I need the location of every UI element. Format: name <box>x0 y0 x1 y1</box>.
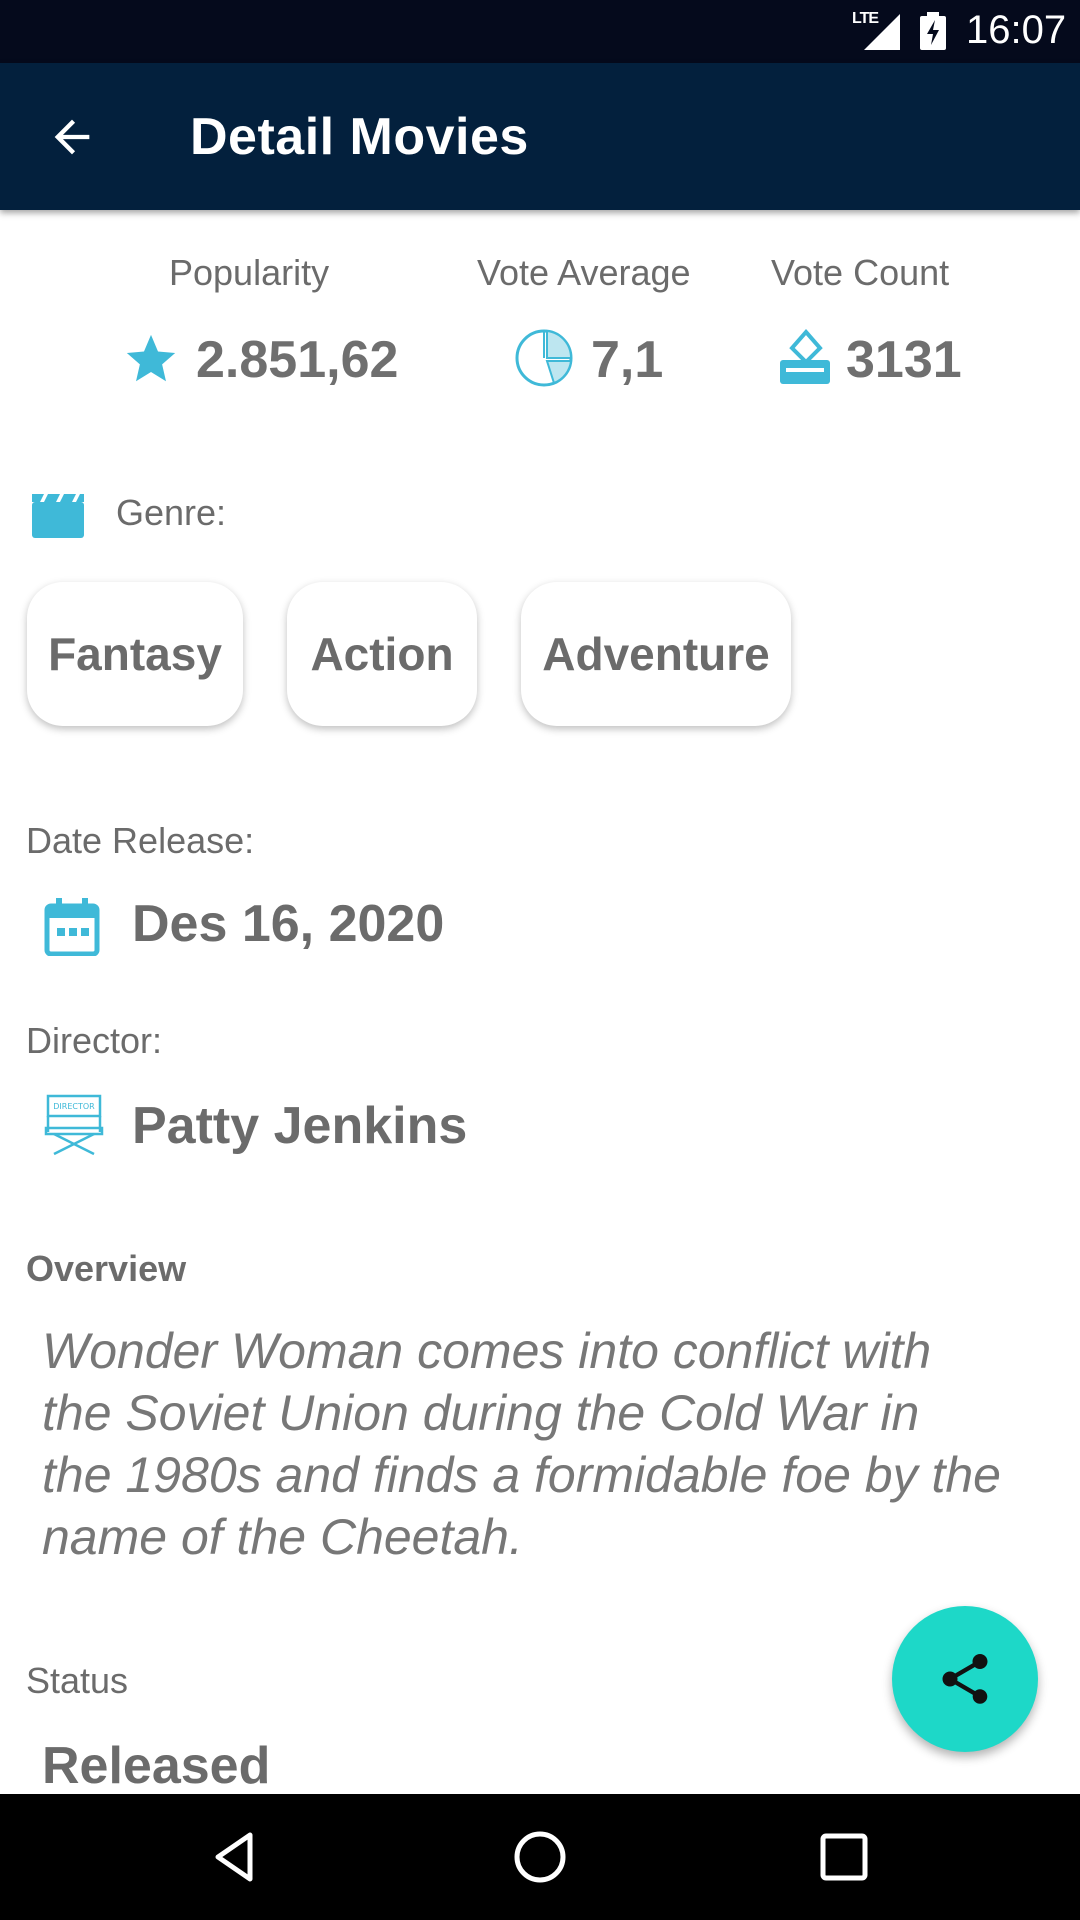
app-bar: Detail Movies <box>0 63 1080 210</box>
navigation-bar <box>0 1794 1080 1920</box>
status-bar: LTE 16:07 <box>0 0 1080 63</box>
director-label: Director: <box>26 1020 163 1061</box>
recents-nav-icon[interactable] <box>814 1827 874 1887</box>
genre-label: Genre: <box>116 492 227 533</box>
status-value: Released <box>42 1737 271 1795</box>
overview-heading: Overview <box>26 1248 187 1289</box>
clock: 16:07 <box>966 8 1067 52</box>
genre-chip-adventure[interactable]: Adventure <box>521 582 791 726</box>
back-nav-icon[interactable] <box>206 1827 266 1887</box>
genre-chip-action[interactable]: Action <box>287 582 477 726</box>
page-title: Detail Movies <box>190 108 529 166</box>
popularity-label: Popularity <box>169 252 330 293</box>
genre-chip-fantasy[interactable]: Fantasy <box>27 582 243 726</box>
vote-average-value: 7,1 <box>591 331 664 389</box>
release-date-value: Des 16, 2020 <box>132 895 445 953</box>
vote-average-label: Vote Average <box>477 252 691 293</box>
clapperboard-icon <box>32 494 84 538</box>
overview-text: Wonder Woman comes into conflict with th… <box>42 1323 1001 1565</box>
battery-charging-icon <box>920 12 946 50</box>
vote-count-value: 3131 <box>846 331 962 389</box>
home-nav-icon[interactable] <box>510 1827 570 1887</box>
share-icon <box>942 1654 988 1704</box>
calendar-icon <box>44 898 100 956</box>
back-arrow-icon[interactable] <box>46 111 98 163</box>
pie-chart-icon <box>515 329 573 387</box>
cell-signal-icon <box>864 14 900 50</box>
popularity-value: 2.851,62 <box>196 331 399 389</box>
star-icon <box>126 334 176 382</box>
date-release-label: Date Release: <box>26 820 255 861</box>
director-chair-text: DIRECTOR <box>53 1102 95 1111</box>
director-name: Patty Jenkins <box>132 1097 468 1155</box>
vote-count-label: Vote Count <box>771 252 950 293</box>
status-label: Status <box>26 1660 129 1701</box>
share-button[interactable] <box>892 1606 1038 1752</box>
director-chair-icon: DIRECTOR <box>44 1094 104 1156</box>
ballot-box-icon <box>780 328 830 384</box>
